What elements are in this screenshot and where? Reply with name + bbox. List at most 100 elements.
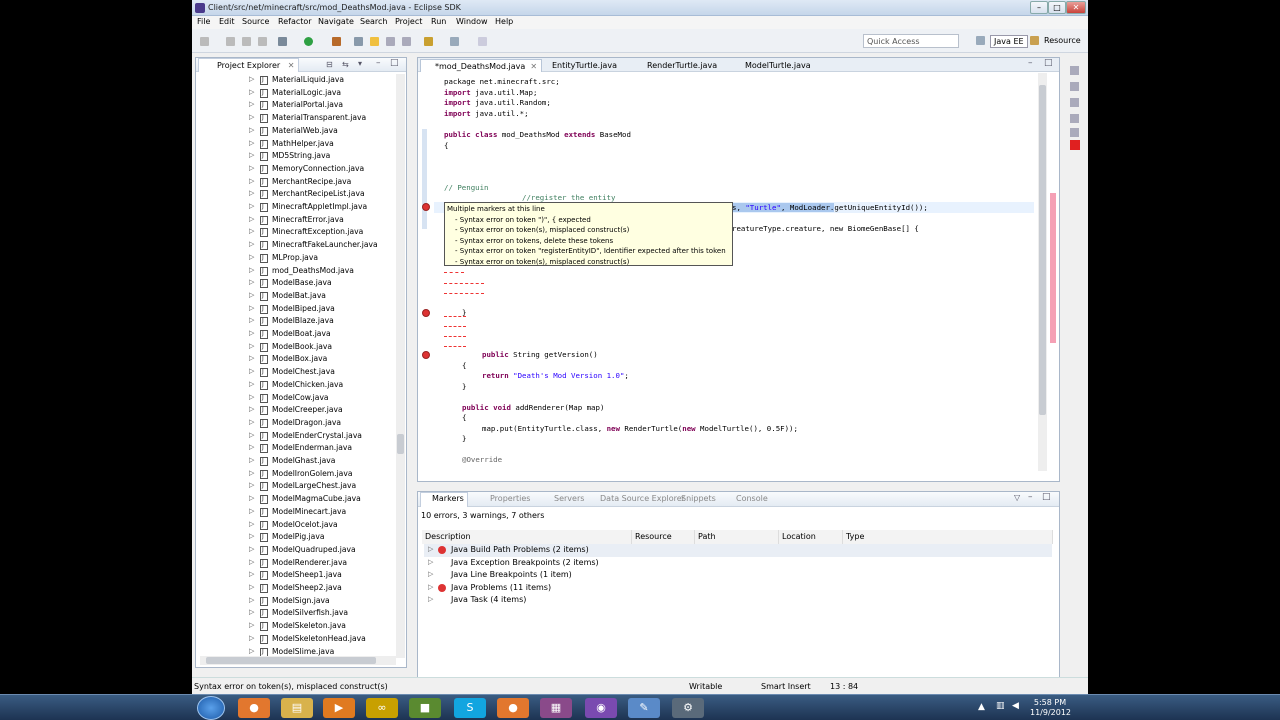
tree-item[interactable]: ▷ MaterialPortal.java (196, 99, 402, 112)
tree-item[interactable]: ▷ ModelGhast.java (196, 455, 402, 468)
toggle-mark-occurrences-icon[interactable] (370, 37, 379, 46)
column-type[interactable]: Type (843, 530, 1053, 544)
close-button[interactable]: ✕ (1066, 1, 1086, 14)
explorer-icon[interactable]: ▤ (281, 698, 313, 718)
next-annotation-icon[interactable] (424, 37, 433, 46)
tree-item[interactable]: ▷ MathHelper.java (196, 138, 402, 151)
tree-item[interactable]: ▷ MaterialWeb.java (196, 125, 402, 138)
minimize-editor-icon[interactable]: – (1028, 58, 1033, 68)
expand-arrow-icon[interactable]: ▷ (249, 88, 254, 96)
tab-markers[interactable]: Markers (432, 494, 464, 503)
save-all-icon[interactable] (242, 37, 251, 46)
expand-arrow-icon[interactable]: ▷ (249, 75, 254, 83)
minimize-view-icon[interactable]: – (376, 58, 381, 68)
back-icon[interactable] (450, 37, 459, 46)
tree-item[interactable]: ▷ ModelQuadruped.java (196, 544, 402, 557)
expand-arrow-icon[interactable]: ▷ (249, 418, 254, 426)
expand-arrow-icon[interactable]: ▷ (249, 481, 254, 489)
firefox-icon[interactable]: ● (238, 698, 270, 718)
debug-icon[interactable] (278, 37, 287, 46)
editor-scroll-thumb[interactable] (1039, 85, 1046, 415)
run-icon[interactable] (304, 37, 313, 46)
markers-row[interactable]: ▷ Java Problems (11 items) (424, 582, 1052, 595)
open-perspective-icon[interactable] (976, 36, 985, 45)
tree-item[interactable]: ▷ ModelMagmaCube.java (196, 493, 402, 506)
expand-arrow-icon[interactable]: ▷ (249, 393, 254, 401)
expand-arrow-icon[interactable]: ▷ (249, 520, 254, 528)
maximize-markers-icon[interactable]: □ (1042, 492, 1051, 502)
tree-item[interactable]: ▷ MerchantRecipe.java (196, 176, 402, 189)
menu-edit[interactable]: Edit (219, 17, 235, 26)
expand-arrow-icon[interactable]: ▷ (249, 342, 254, 350)
tree-item[interactable]: ▷ ModelBat.java (196, 290, 402, 303)
resource-perspective-icon[interactable] (1030, 36, 1039, 45)
eclipse-taskbar-icon[interactable]: ◉ (585, 698, 617, 718)
menu-file[interactable]: File (197, 17, 210, 26)
editor-vertical-scrollbar[interactable] (1038, 73, 1047, 471)
expand-arrow-icon[interactable]: ▷ (249, 380, 254, 388)
column-path[interactable]: Path (695, 530, 779, 544)
expand-arrow-icon[interactable]: ▷ (249, 253, 254, 261)
tree-hscroll-thumb[interactable] (206, 657, 376, 664)
tree-item[interactable]: ▷ ModelBook.java (196, 341, 402, 354)
expand-arrow-icon[interactable]: ▷ (249, 139, 254, 147)
notepad-icon[interactable]: ✎ (628, 698, 660, 718)
tree-item[interactable]: ▷ MinecraftException.java (196, 226, 402, 239)
column-resource[interactable]: Resource (632, 530, 695, 544)
collapse-all-icon[interactable]: ⊟ (326, 60, 333, 69)
tree-item[interactable]: ▷ MemoryConnection.java (196, 163, 402, 176)
perspective-java-ee[interactable]: Java EE (990, 35, 1028, 48)
menu-run[interactable]: Run (431, 17, 446, 26)
problems-icon[interactable] (1070, 140, 1080, 150)
expand-arrow-icon[interactable]: ▷ (428, 595, 433, 603)
markers-row[interactable]: ▷ Java Build Path Problems (2 items) (424, 544, 1052, 557)
tree-item[interactable]: ▷ MinecraftAppletImpl.java (196, 201, 402, 214)
tree-item[interactable]: ▷ ModelChicken.java (196, 379, 402, 392)
expand-arrow-icon[interactable]: ▷ (249, 443, 254, 451)
external-tools-icon[interactable] (332, 37, 341, 46)
expand-arrow-icon[interactable]: ▷ (249, 583, 254, 591)
tab-properties[interactable]: Properties (490, 494, 530, 503)
menu-source[interactable]: Source (242, 17, 269, 26)
restore-icon[interactable] (1070, 66, 1079, 75)
expand-arrow-icon[interactable]: ▷ (249, 647, 254, 655)
expand-arrow-icon[interactable]: ▷ (249, 621, 254, 629)
tree-item[interactable]: ▷ ModelEnderCrystal.java (196, 430, 402, 443)
app-icon[interactable]: ∞ (366, 698, 398, 718)
expand-arrow-icon[interactable]: ▷ (249, 354, 254, 362)
expand-arrow-icon[interactable]: ▷ (249, 240, 254, 248)
maximize-view-icon[interactable]: □ (390, 58, 399, 68)
expand-arrow-icon[interactable]: ▷ (249, 558, 254, 566)
quick-access-input[interactable]: Quick Access (863, 34, 959, 48)
close-tab-icon[interactable]: ✕ (288, 61, 295, 70)
expand-arrow-icon[interactable]: ▷ (428, 570, 433, 578)
maximize-button[interactable]: □ (1048, 1, 1066, 14)
tray-expand-icon[interactable]: ▲ (978, 702, 985, 712)
expand-arrow-icon[interactable]: ▷ (249, 304, 254, 312)
tree-item[interactable]: ▷ ModelCreeper.java (196, 404, 402, 417)
tree-item[interactable]: ▷ ModelChest.java (196, 366, 402, 379)
expand-arrow-icon[interactable]: ▷ (249, 126, 254, 134)
markers-row[interactable]: ▷ Java Line Breakpoints (1 item) (424, 569, 1052, 582)
expand-arrow-icon[interactable]: ▷ (249, 316, 254, 324)
outline-icon[interactable] (1070, 82, 1079, 91)
expand-arrow-icon[interactable]: ▷ (249, 634, 254, 642)
expand-arrow-icon[interactable]: ▷ (249, 151, 254, 159)
expand-arrow-icon[interactable]: ▷ (249, 570, 254, 578)
volume-icon[interactable]: ◀ (1012, 701, 1019, 711)
column-description[interactable]: Description (422, 530, 632, 544)
tab-console[interactable]: Console (736, 494, 768, 503)
tree-vertical-scrollbar[interactable] (396, 74, 405, 658)
tree-item[interactable]: ▷ ModelLargeChest.java (196, 480, 402, 493)
media-player-icon[interactable]: ▶ (323, 698, 355, 718)
expand-arrow-icon[interactable]: ▷ (428, 545, 433, 553)
expand-arrow-icon[interactable]: ▷ (249, 189, 254, 197)
tree-item[interactable]: ▷ ModelBase.java (196, 277, 402, 290)
tree-item[interactable]: ▷ ModelSkeletonHead.java (196, 633, 402, 646)
expand-arrow-icon[interactable]: ▷ (249, 532, 254, 540)
expand-arrow-icon[interactable]: ▷ (249, 291, 254, 299)
code-editor[interactable]: package net.minecraft.src; import java.u… (434, 73, 1045, 469)
minimize-markers-icon[interactable]: – (1028, 492, 1033, 502)
tab-servers[interactable]: Servers (554, 494, 584, 503)
expand-arrow-icon[interactable]: ▷ (249, 405, 254, 413)
